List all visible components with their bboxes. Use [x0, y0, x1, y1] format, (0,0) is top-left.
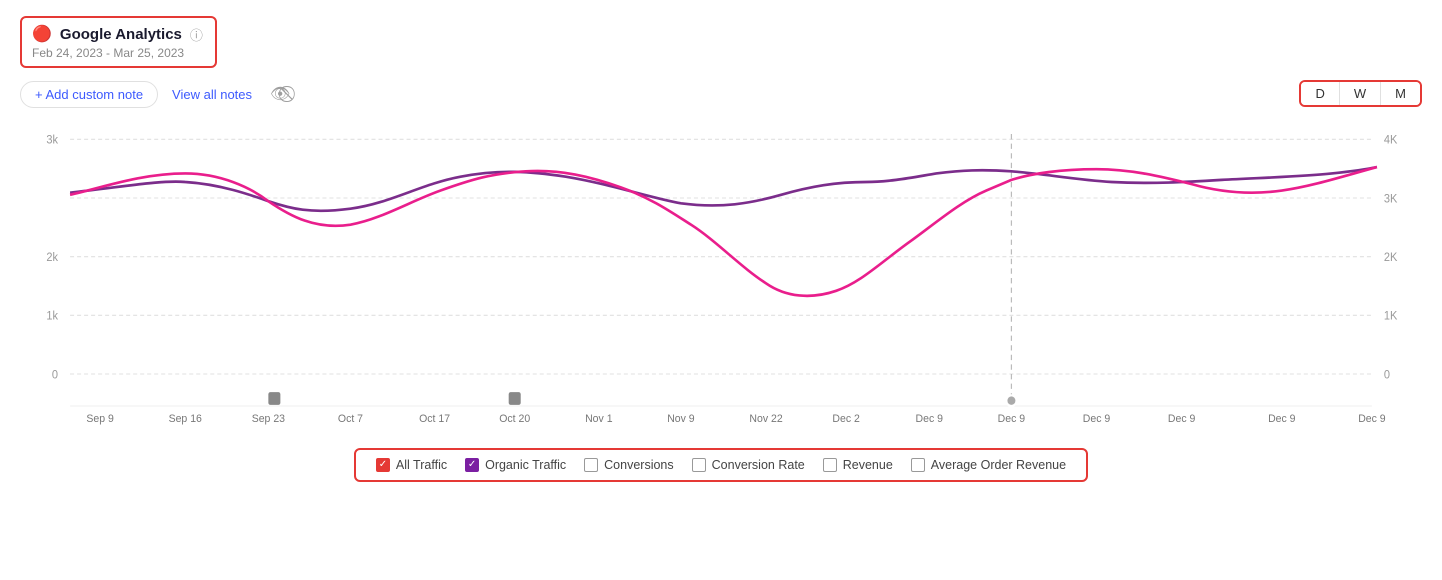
period-day-button[interactable]: D [1301, 82, 1339, 105]
legend-item-conversion-rate[interactable]: Conversion Rate [692, 458, 805, 472]
svg-text:Sep 16: Sep 16 [169, 413, 202, 425]
svg-text:3k: 3k [46, 134, 58, 146]
add-custom-note-button[interactable]: + Add custom note [20, 81, 158, 108]
svg-text:Oct 17: Oct 17 [419, 413, 450, 425]
svg-text:4K: 4K [1384, 134, 1398, 146]
svg-text:2k: 2k [46, 252, 58, 264]
svg-text:Nov 1: Nov 1 [585, 413, 612, 425]
legend-item-avg-order-revenue[interactable]: Average Order Revenue [911, 458, 1066, 472]
legend-checkbox-organic-traffic: ✓ [465, 458, 479, 472]
svg-text:2K: 2K [1384, 252, 1398, 264]
legend-checkbox-revenue [823, 458, 837, 472]
chart-area: 3k 2k 1k 0 4K 3K 2K 1K 0 Sep 9 Sep 16 Se… [20, 118, 1422, 438]
checkmark-icon: ✓ [379, 460, 387, 470]
period-switcher: D W M [1299, 80, 1422, 107]
svg-text:Dec 9: Dec 9 [1268, 413, 1295, 425]
svg-text:0: 0 [52, 369, 58, 381]
svg-text:Dec 9: Dec 9 [1358, 413, 1385, 425]
legend-label-organic-traffic: Organic Traffic [485, 458, 566, 472]
svg-text:Nov 22: Nov 22 [749, 413, 782, 425]
svg-text:Dec 9: Dec 9 [998, 413, 1025, 425]
svg-text:Dec 2: Dec 2 [832, 413, 859, 425]
svg-text:1K: 1K [1384, 310, 1398, 322]
svg-text:Dec 9: Dec 9 [1168, 413, 1195, 425]
svg-text:Dec 9: Dec 9 [916, 413, 943, 425]
svg-text:Sep 9: Sep 9 [86, 413, 113, 425]
legend-box: ✓ All Traffic ✓ Organic Traffic Conversi… [354, 448, 1088, 482]
svg-text:Oct 20: Oct 20 [499, 413, 530, 425]
alert-icon: 🔴 [32, 24, 52, 44]
svg-text:1k: 1k [46, 310, 58, 322]
view-notes-label: View all notes [172, 87, 252, 102]
legend-checkbox-avg-order [911, 458, 925, 472]
legend-checkbox-conversion-rate [692, 458, 706, 472]
legend-label-revenue: Revenue [843, 458, 893, 472]
period-week-button[interactable]: W [1340, 82, 1381, 105]
legend-checkbox-all-traffic: ✓ [376, 458, 390, 472]
legend-checkbox-conversions [584, 458, 598, 472]
svg-text:0: 0 [1384, 369, 1390, 381]
legend-item-all-traffic[interactable]: ✓ All Traffic [376, 458, 447, 472]
svg-text:3K: 3K [1384, 193, 1398, 205]
svg-text:Nov 9: Nov 9 [667, 413, 694, 425]
chart-svg: 3k 2k 1k 0 4K 3K 2K 1K 0 Sep 9 Sep 16 Se… [20, 118, 1422, 438]
page-title: Google Analytics [60, 26, 182, 43]
date-range: Feb 24, 2023 - Mar 25, 2023 [32, 46, 203, 60]
svg-text:Oct 7: Oct 7 [338, 413, 363, 425]
toolbar: + Add custom note View all notes 👁︎⃠ D W… [20, 80, 1422, 108]
eye-slash-icon[interactable]: 👁︎⃠ [266, 80, 294, 108]
bottom-section: ✓ All Traffic ✓ Organic Traffic Conversi… [20, 444, 1422, 482]
svg-text:Dec 9: Dec 9 [1083, 413, 1110, 425]
info-icon[interactable]: ⓘ [190, 25, 203, 44]
view-all-notes-button[interactable]: View all notes [162, 82, 262, 107]
svg-text:Sep 23: Sep 23 [252, 413, 285, 425]
main-container: 🔴 Google Analytics ⓘ Feb 24, 2023 - Mar … [0, 0, 1442, 580]
legend-label-conversions: Conversions [604, 458, 673, 472]
header-box: 🔴 Google Analytics ⓘ Feb 24, 2023 - Mar … [20, 16, 217, 68]
checkmark-icon-organic: ✓ [468, 460, 476, 470]
period-month-button[interactable]: M [1381, 82, 1420, 105]
legend-item-conversions[interactable]: Conversions [584, 458, 673, 472]
legend-item-organic-traffic[interactable]: ✓ Organic Traffic [465, 458, 566, 472]
legend-label-conversion-rate: Conversion Rate [712, 458, 805, 472]
legend-item-revenue[interactable]: Revenue [823, 458, 893, 472]
legend-label-avg-order: Average Order Revenue [931, 458, 1066, 472]
legend-label-all-traffic: All Traffic [396, 458, 447, 472]
add-note-label: + Add custom note [35, 87, 143, 102]
